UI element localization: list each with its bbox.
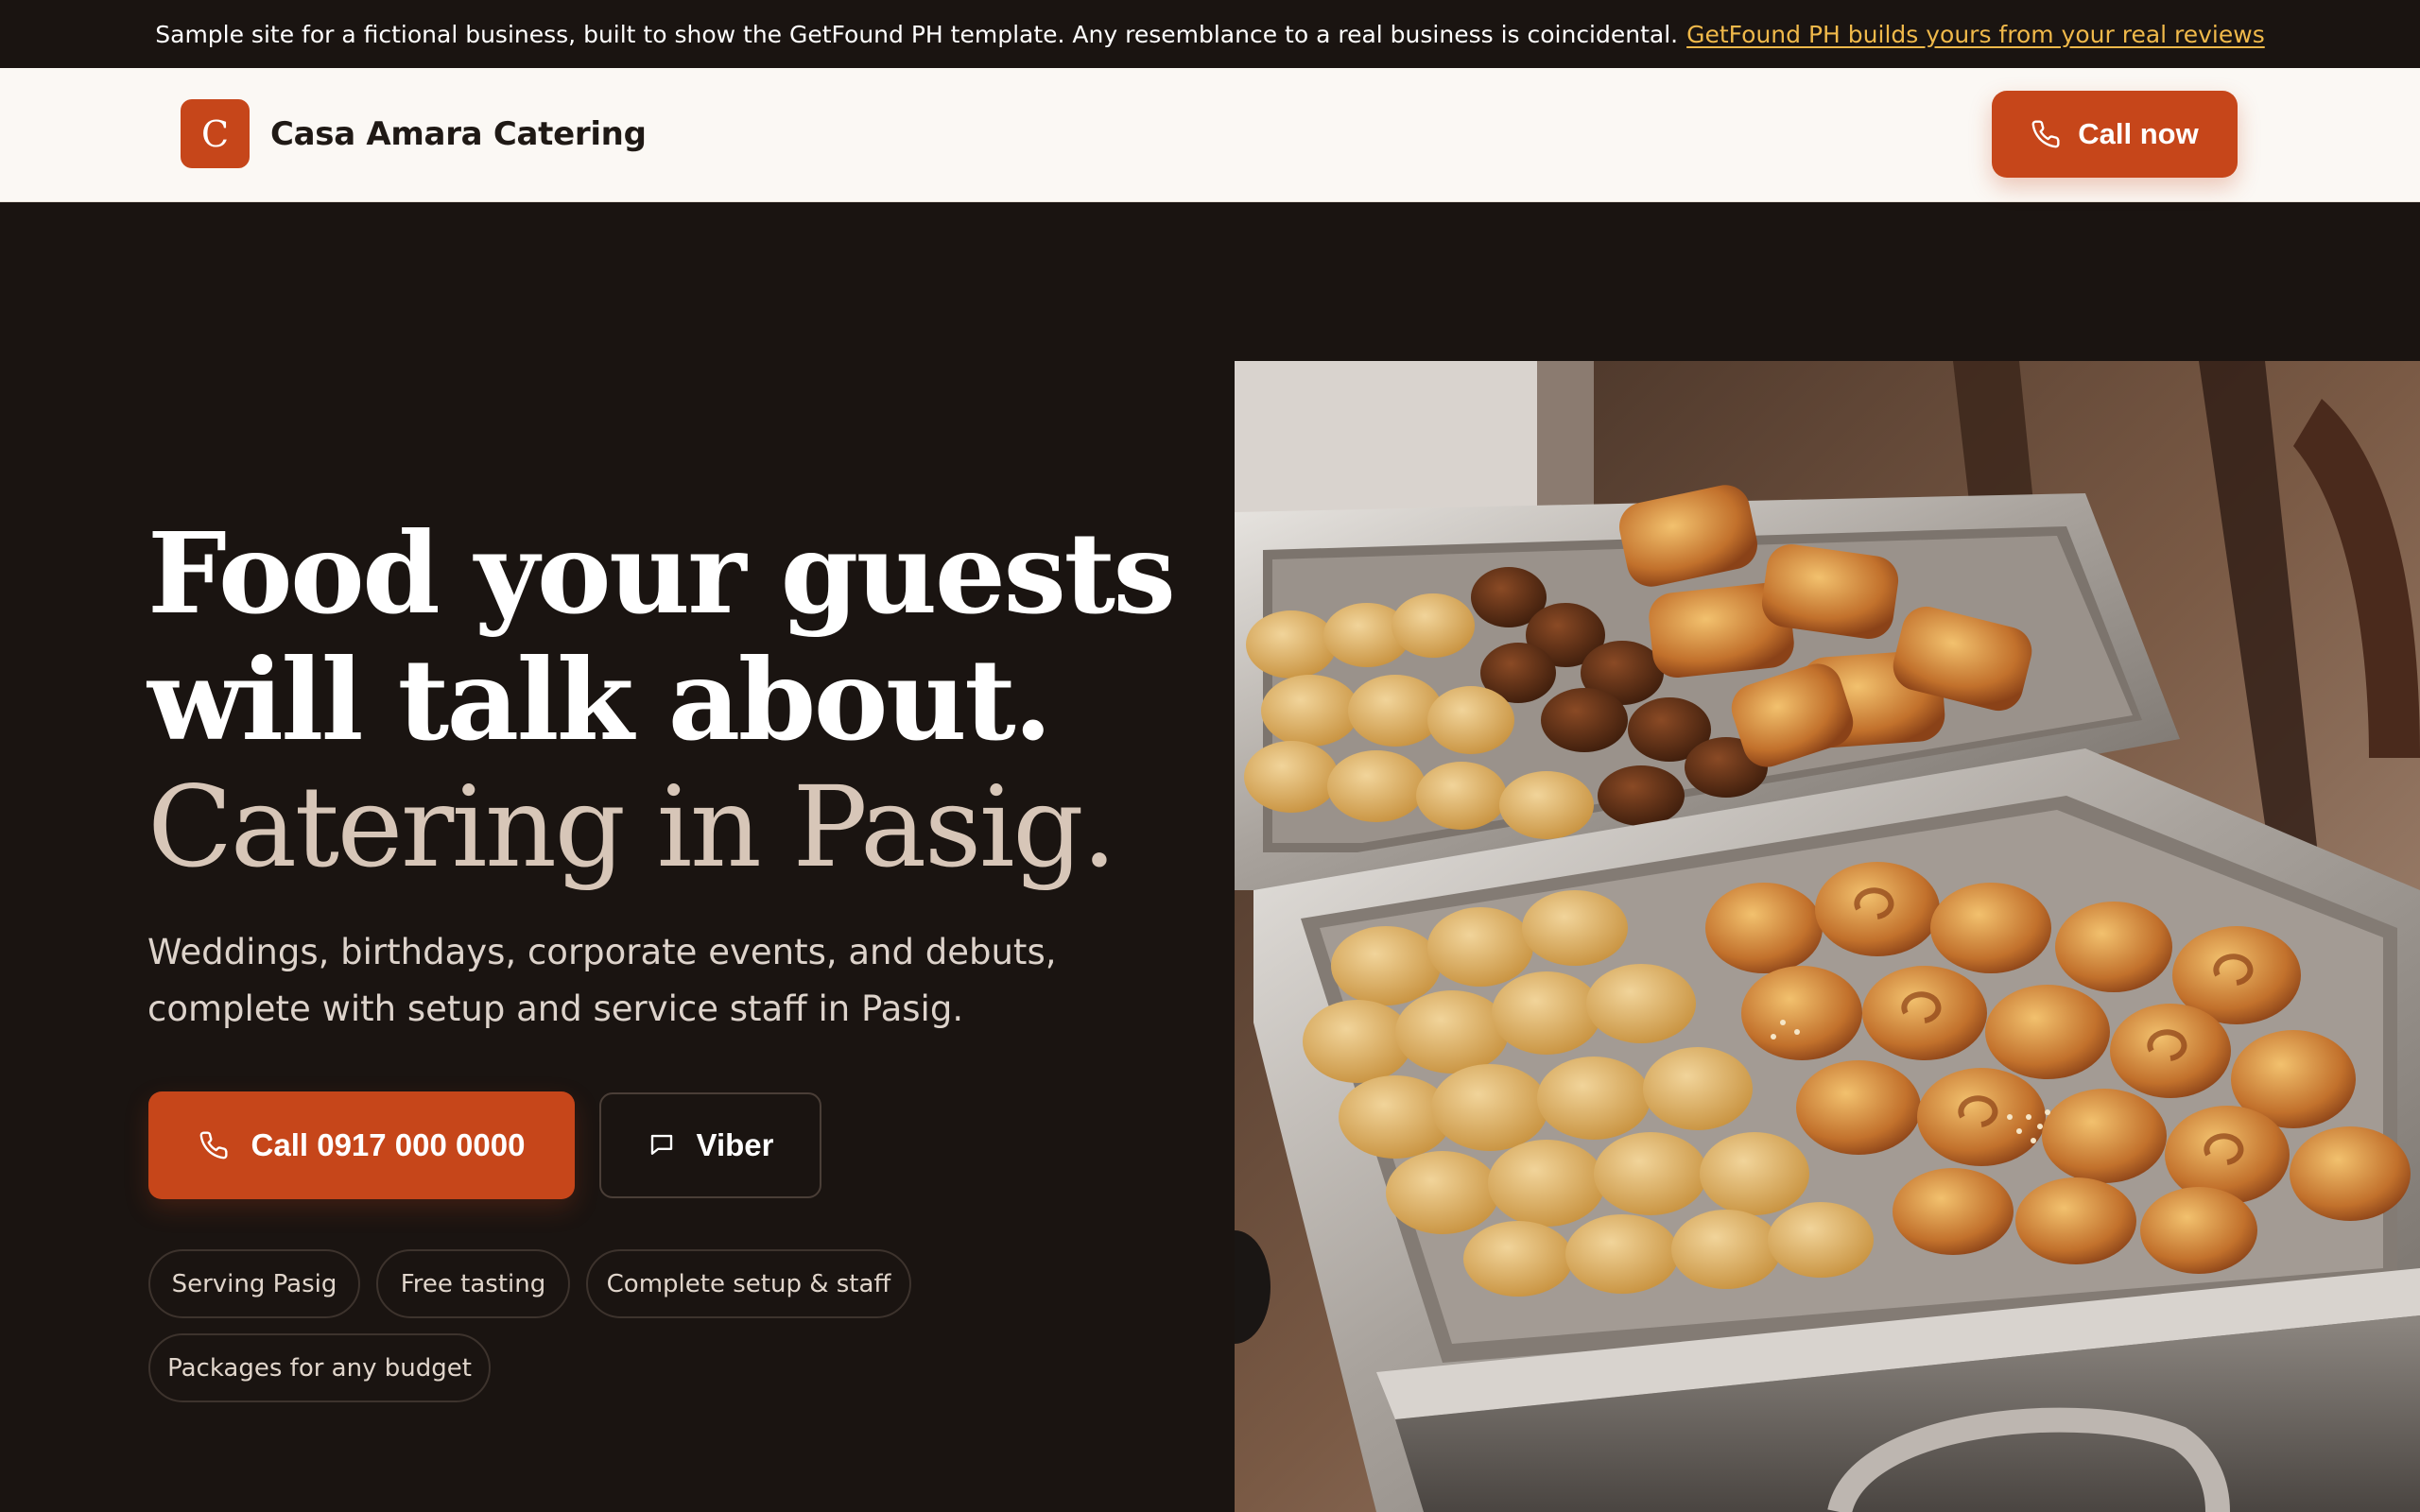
call-phone-button[interactable]: Call 0917 000 0000 — [148, 1091, 575, 1199]
headline-line-2: will talk about. — [147, 634, 1052, 765]
announcement-text: Sample site for a fictional business, bu… — [155, 20, 1679, 48]
headline-line-3: Catering in Pasig. — [147, 762, 1117, 892]
headline-line-1: Food your guests — [147, 507, 1176, 639]
chip-free-tasting: Free tasting — [376, 1249, 570, 1318]
hero-food-photo — [1235, 361, 2420, 1512]
hero-subtitle: Weddings, birthdays, corporate events, a… — [147, 924, 1074, 1038]
brand-name: Casa Amara Catering — [270, 114, 647, 153]
viber-button[interactable]: Viber — [599, 1092, 821, 1198]
hero-headline: Food your guests will talk about. Cateri… — [147, 507, 1176, 892]
phone-icon — [199, 1131, 228, 1160]
call-now-button[interactable]: Call now — [1992, 91, 2238, 178]
announcement-bar: Sample site for a fictional business, bu… — [0, 0, 2420, 68]
chip-serving-area: Serving Pasig — [148, 1249, 360, 1318]
brand-link[interactable]: C Casa Amara Catering — [181, 99, 647, 168]
phone-icon — [2031, 120, 2060, 148]
chip-packages: Packages for any budget — [148, 1333, 491, 1402]
announcement-link[interactable]: GetFound PH builds yours from your real … — [1686, 21, 2265, 48]
viber-label: Viber — [696, 1127, 774, 1162]
call-now-label: Call now — [2078, 117, 2199, 150]
chat-bubble-icon — [650, 1134, 672, 1155]
subtitle-line-2: complete with setup and service staff in… — [147, 988, 964, 1029]
subtitle-line-1: Weddings, birthdays, corporate events, a… — [147, 932, 1057, 972]
brand-logo: C — [181, 99, 250, 168]
site-header: C Casa Amara Catering Call now — [0, 68, 2420, 202]
call-phone-label: Call 0917 000 0000 — [251, 1127, 526, 1162]
chip-setup-staff: Complete setup & staff — [586, 1249, 911, 1318]
